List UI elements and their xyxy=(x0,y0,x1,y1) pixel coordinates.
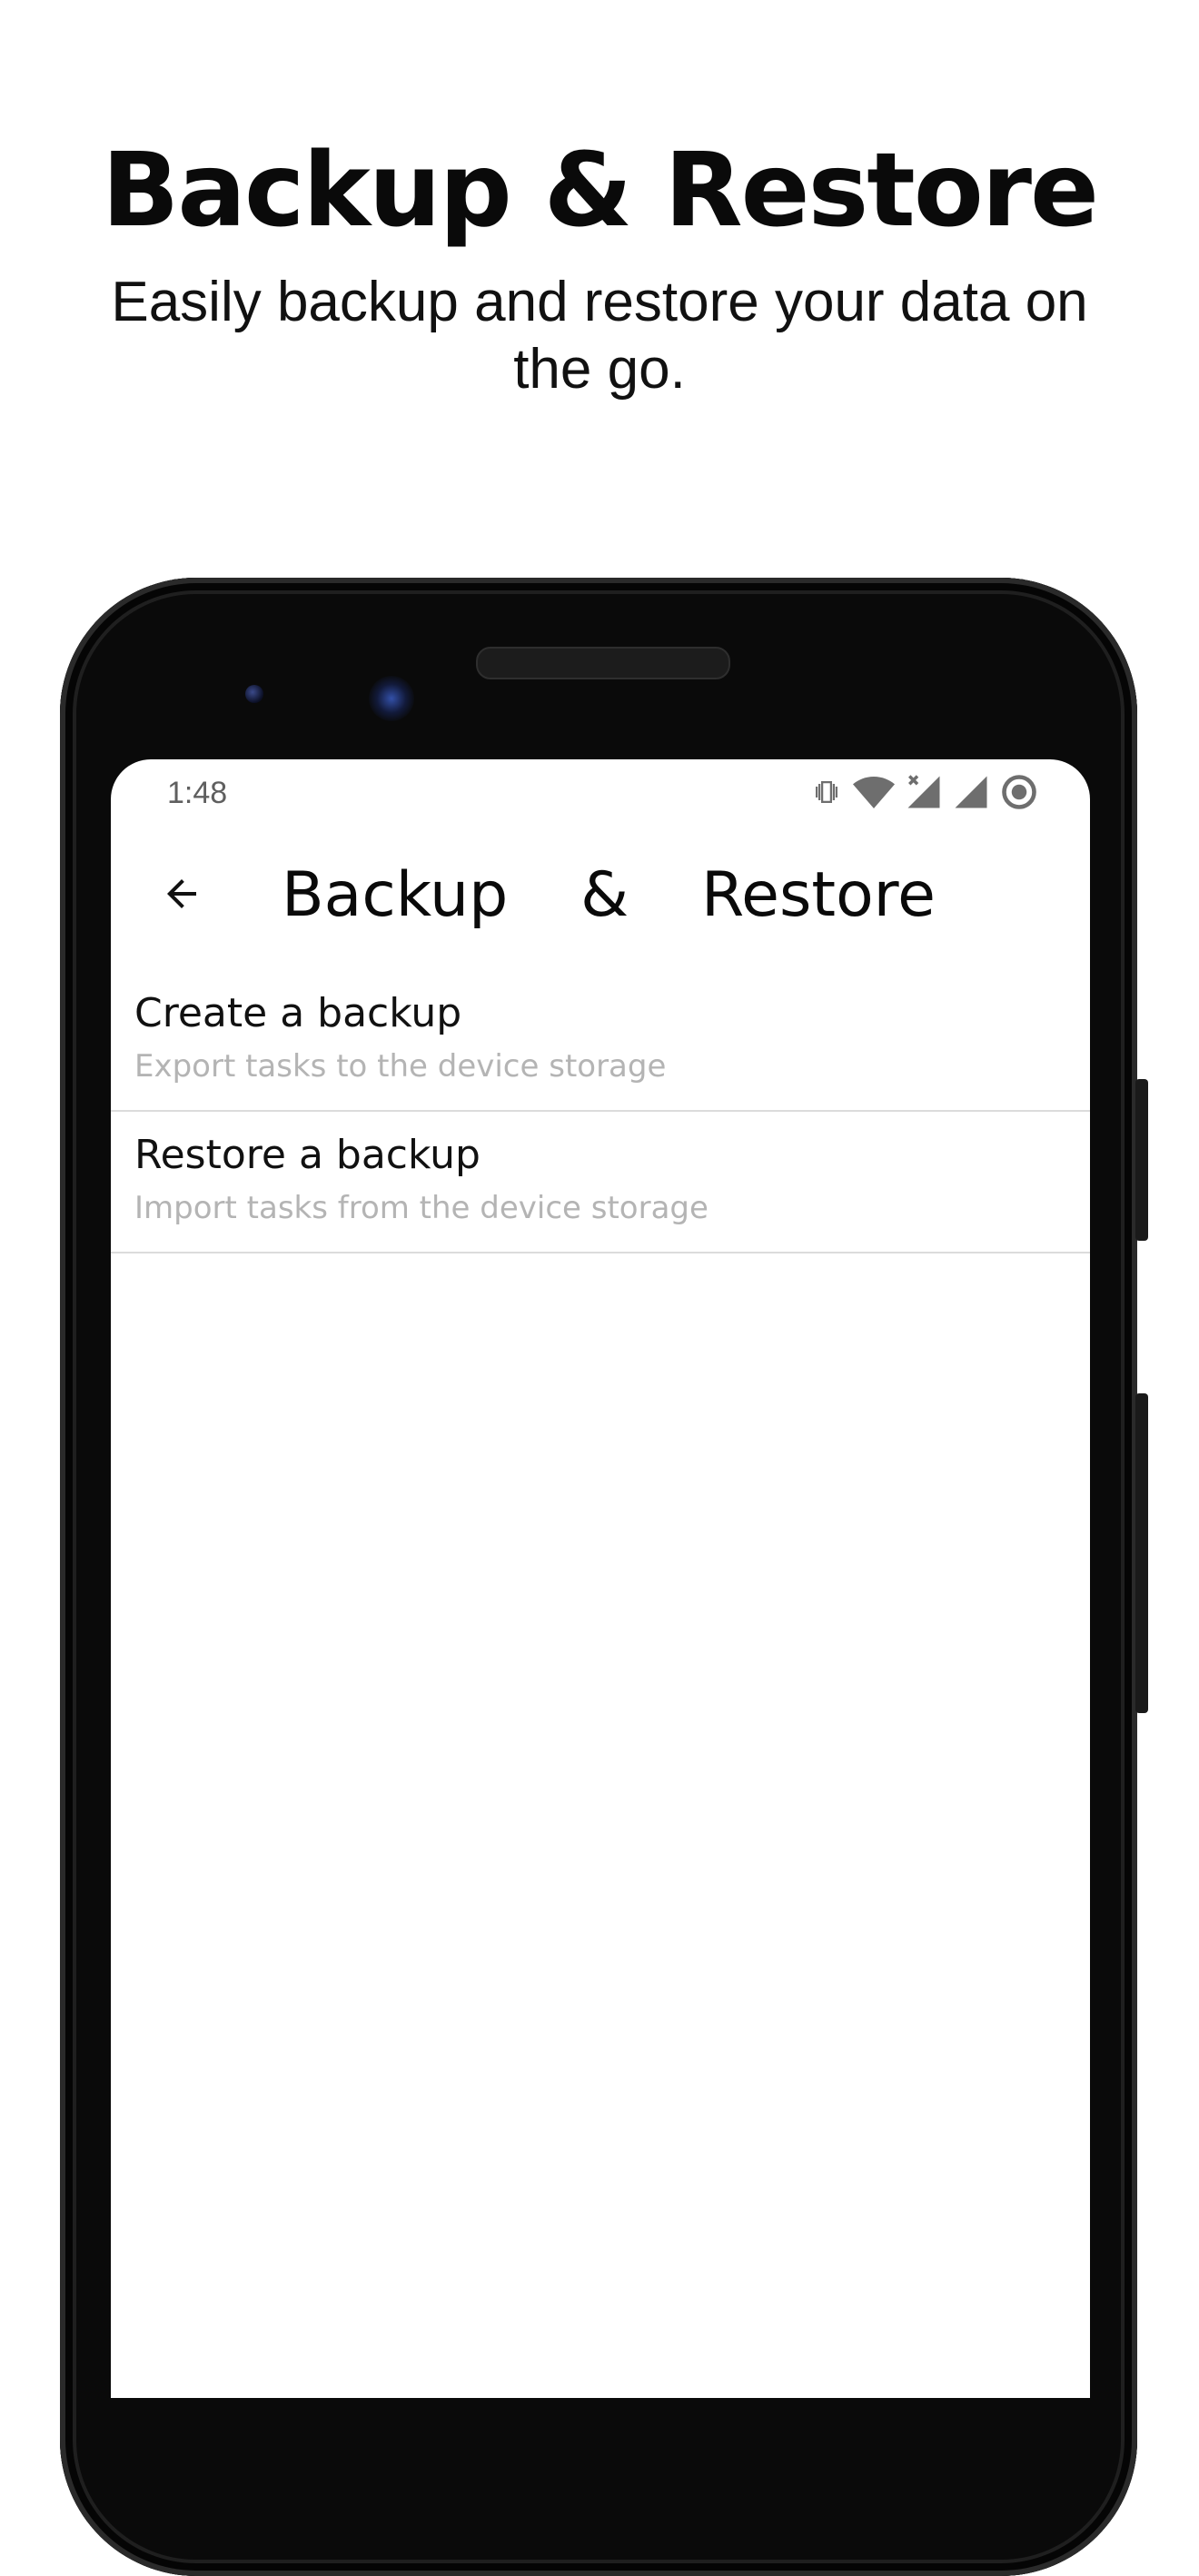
pref-title: Restore a backup xyxy=(134,1132,481,1178)
arrow-left-icon xyxy=(160,872,203,919)
status-icons xyxy=(810,772,1039,812)
app-title-word: Backup xyxy=(282,859,509,931)
app-title-word: Restore xyxy=(700,859,936,931)
volume-button xyxy=(1135,1393,1148,1713)
status-bar: 1:48 xyxy=(111,759,1090,828)
signal-icon xyxy=(952,773,990,811)
earpiece-speaker xyxy=(476,647,730,679)
phone-screen: 1:48 Backup & Restore Create a backup Ex… xyxy=(111,759,1090,2398)
app-bar: Backup & Restore xyxy=(111,828,1090,963)
sync-circle-icon xyxy=(999,772,1039,812)
promo-title: Backup & Restore xyxy=(102,132,1099,250)
pref-title: Create a backup xyxy=(134,990,462,1036)
app-bar-title: Backup & Restore xyxy=(282,859,936,932)
proximity-sensor xyxy=(245,685,263,703)
pref-summary: Import tasks from the device storage xyxy=(134,1190,708,1226)
status-time: 1:48 xyxy=(167,776,228,810)
create-backup-item[interactable]: Create a backup Export tasks to the devi… xyxy=(111,970,1090,1112)
pref-summary: Export tasks to the device storage xyxy=(134,1048,667,1085)
app-title-word: & xyxy=(580,859,629,931)
front-camera xyxy=(369,676,414,721)
back-button[interactable] xyxy=(147,861,216,930)
restore-backup-item[interactable]: Restore a backup Import tasks from the d… xyxy=(111,1112,1090,1253)
vibrate-icon xyxy=(810,776,843,808)
preference-list: Create a backup Export tasks to the devi… xyxy=(111,970,1090,1253)
signal-no-data-icon xyxy=(905,773,943,811)
promo-subtitle: Easily backup and restore your data on t… xyxy=(111,271,1088,401)
power-button xyxy=(1135,1079,1148,1241)
wifi-icon xyxy=(852,775,896,809)
